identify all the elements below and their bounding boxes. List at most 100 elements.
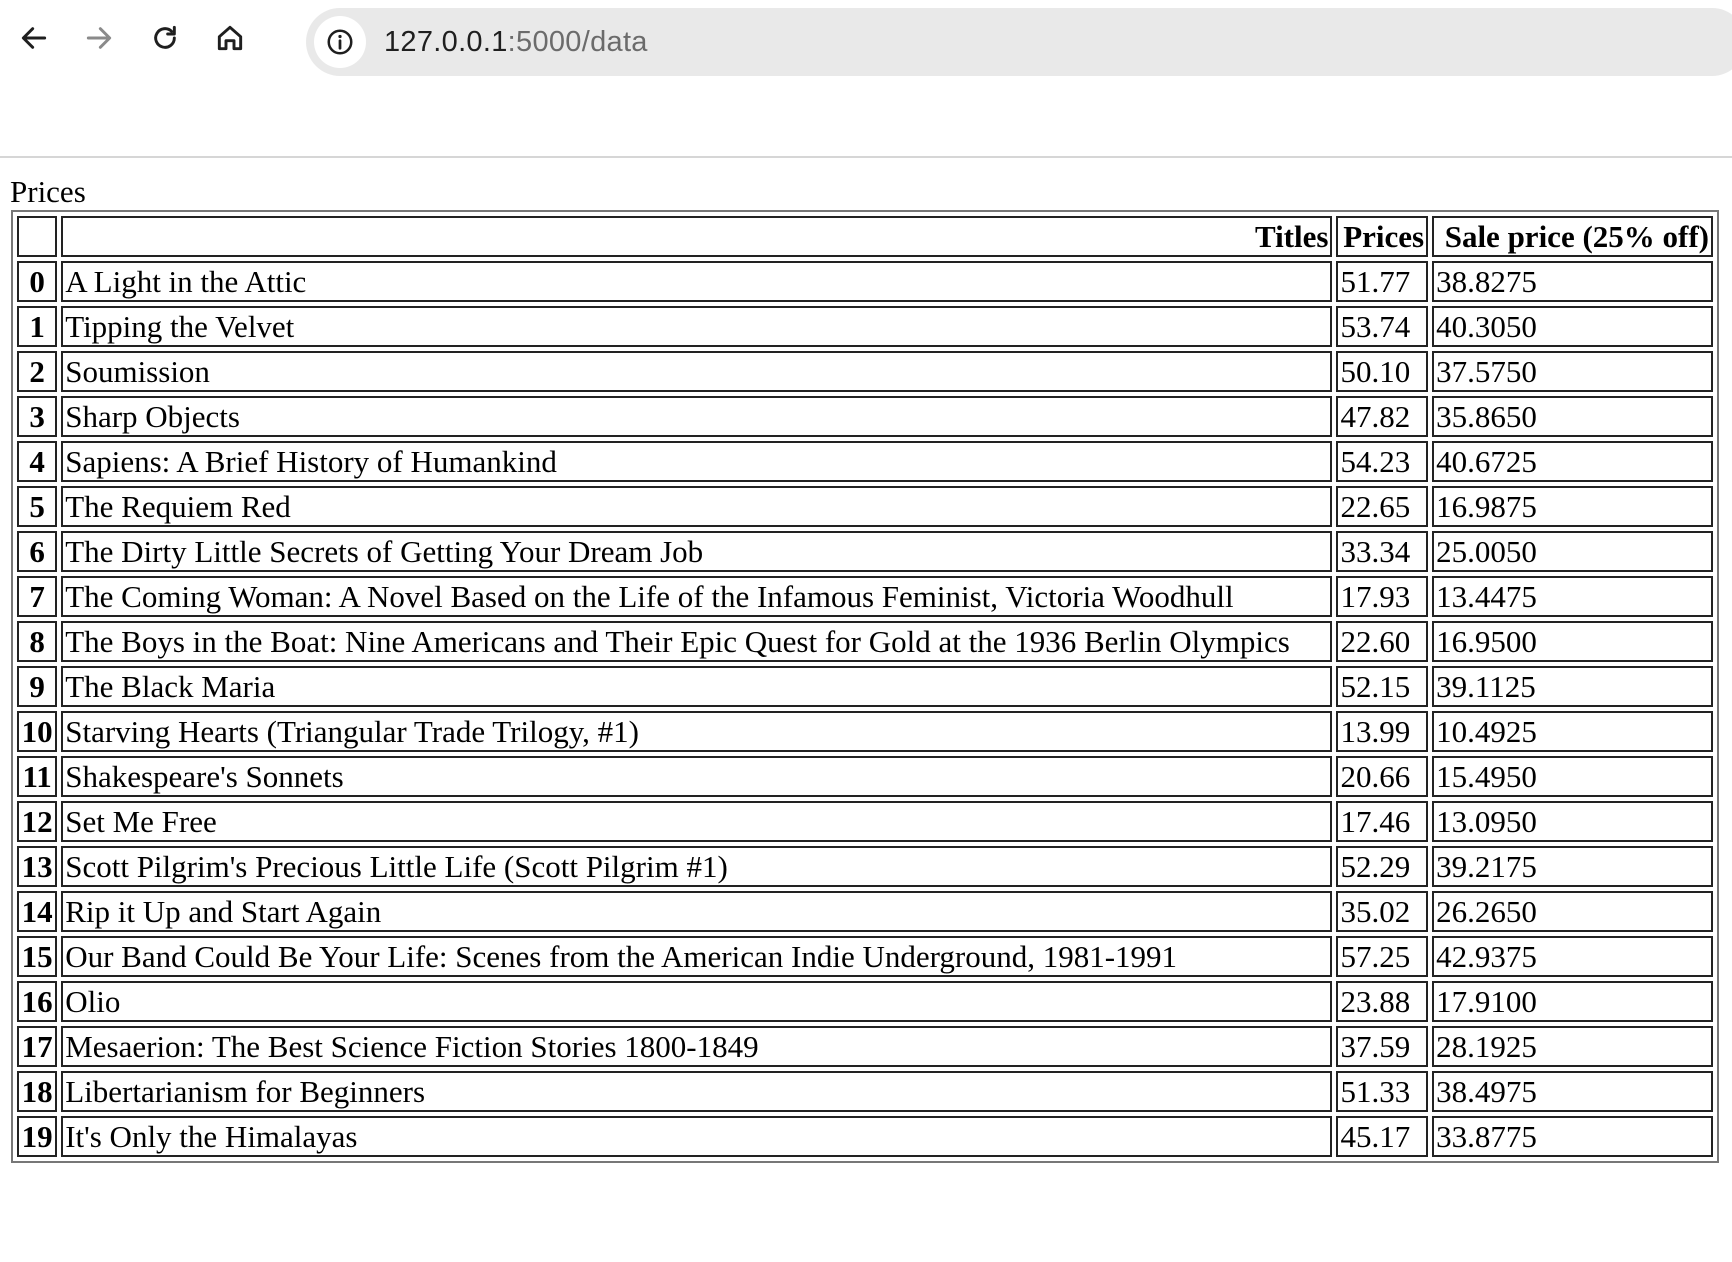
row-sale-price: 17.9100 [1432,981,1713,1022]
row-title: Mesaerion: The Best Science Fiction Stor… [61,1026,1333,1067]
row-index: 1 [17,306,58,347]
back-button[interactable] [10,14,58,62]
row-index: 13 [17,846,58,887]
table-row: 6 The Dirty Little Secrets of Getting You… [17,531,1713,572]
table-row: 0A Light in the Attic 51.77 38.8275 [17,261,1713,302]
row-sale-price: 16.9500 [1432,621,1713,662]
row-title: Shakespeare's Sonnets [61,756,1333,797]
row-price: 35.02 [1336,891,1429,932]
table-caption: Prices [10,174,86,209]
row-title: Soumission [61,351,1333,392]
row-title: Tipping the Velvet [61,306,1333,347]
prices-table: Titles Prices Sale price (25% off) 0A Li… [11,210,1719,1163]
table-row: 13 Scott Pilgrim's Precious Little Life (… [17,846,1713,887]
table-row: 19 It's Only the Himalayas 45.17 33.8775 [17,1116,1713,1157]
header-titles: Titles [61,216,1333,257]
row-index: 0 [17,261,58,302]
row-price: 53.74 [1336,306,1429,347]
table-row: 17 Mesaerion: The Best Science Fiction St… [17,1026,1713,1067]
row-title: Libertarianism for Beginners [61,1071,1333,1112]
row-sale-price: 13.4475 [1432,576,1713,617]
row-sale-price: 42.9375 [1432,936,1713,977]
url-host: 127.0.0.1 [384,25,508,58]
arrow-left-icon [21,27,47,49]
row-price: 51.33 [1336,1071,1429,1112]
row-sale-price: 35.8650 [1432,396,1713,437]
table-header-row: Titles Prices Sale price (25% off) [17,216,1713,257]
row-price: 22.65 [1336,486,1429,527]
row-price: 52.29 [1336,846,1429,887]
row-index: 7 [17,576,58,617]
row-title: The Boys in the Boat: Nine Americans and… [61,621,1333,662]
row-index: 12 [17,801,58,842]
row-index: 17 [17,1026,58,1067]
table-row: 1 Tipping the Velvet 53.74 40.3050 [17,306,1713,347]
forward-button[interactable] [75,14,123,62]
table-row: 3 Sharp Objects 47.82 35.8650 [17,396,1713,437]
table-row: 15 Our Band Could Be Your Life: Scenes fr… [17,936,1713,977]
row-sale-price: 40.3050 [1432,306,1713,347]
info-icon [327,29,353,55]
row-index: 3 [17,396,58,437]
row-price: 20.66 [1336,756,1429,797]
address-bar[interactable]: 127.0.0.1:5000/data [306,8,1732,76]
row-index: 6 [17,531,58,572]
home-button[interactable] [206,14,254,62]
table-row: 16 Olio 23.88 17.9100 [17,981,1713,1022]
row-title: Olio [61,981,1333,1022]
row-price: 22.60 [1336,621,1429,662]
row-index: 9 [17,666,58,707]
row-title: Sapiens: A Brief History of Humankind [61,441,1333,482]
browser-toolbar: 127.0.0.1:5000/data [0,0,1732,84]
reload-button[interactable] [141,14,189,62]
row-title: Starving Hearts (Triangular Trade Trilog… [61,711,1333,752]
table-row: 5 The Requiem Red 22.65 16.9875 [17,486,1713,527]
site-info-button[interactable] [314,16,366,68]
row-sale-price: 37.5750 [1432,351,1713,392]
row-index: 14 [17,891,58,932]
row-sale-price: 10.4925 [1432,711,1713,752]
row-price: 47.82 [1336,396,1429,437]
header-prices: Prices [1336,216,1429,257]
row-price: 37.59 [1336,1026,1429,1067]
row-price: 50.10 [1336,351,1429,392]
table-row: 10 Starving Hearts (Triangular Trade Tril… [17,711,1713,752]
url-path: :5000/data [507,25,648,58]
row-title: It's Only the Himalayas [61,1116,1333,1157]
row-sale-price: 25.0050 [1432,531,1713,572]
row-title: The Requiem Red [61,486,1333,527]
reload-icon [154,25,176,49]
header-sale-price: Sale price (25% off) [1432,216,1713,257]
row-sale-price: 26.2650 [1432,891,1713,932]
browser-bookmarks-area [0,84,1732,156]
url-text[interactable]: 127.0.0.1:5000/data [384,26,648,59]
home-icon [217,25,243,51]
row-price: 45.17 [1336,1116,1429,1157]
row-title: A Light in the Attic [61,261,1333,302]
row-sale-price: 33.8775 [1432,1116,1713,1157]
row-index: 11 [17,756,58,797]
row-index: 8 [17,621,58,662]
row-index: 4 [17,441,58,482]
row-index: 16 [17,981,58,1022]
table-row: 18 Libertarianism for Beginners 51.33 38.49… [17,1071,1713,1112]
row-index: 18 [17,1071,58,1112]
row-price: 23.88 [1336,981,1429,1022]
row-title: Scott Pilgrim's Precious Little Life (Sc… [61,846,1333,887]
page-content: Prices Titles Prices Sale price (25% off… [0,158,1732,1163]
row-index: 2 [17,351,58,392]
row-price: 52.15 [1336,666,1429,707]
table-body: 0A Light in the Attic 51.77 38.8275 1 Tippin… [17,261,1713,1157]
table-row: 9 The Black Maria 52.15 39.1125 [17,666,1713,707]
row-sale-price: 38.8275 [1432,261,1713,302]
row-price: 17.93 [1336,576,1429,617]
row-sale-price: 40.6725 [1432,441,1713,482]
row-sale-price: 16.9875 [1432,486,1713,527]
row-sale-price: 28.1925 [1432,1026,1713,1067]
row-title: The Coming Woman: A Novel Based on the L… [61,576,1333,617]
table-row: 7 The Coming Woman: A Novel Based on the … [17,576,1713,617]
row-sale-price: 38.4975 [1432,1071,1713,1112]
row-title: Our Band Could Be Your Life: Scenes from… [61,936,1333,977]
row-title: Rip it Up and Start Again [61,891,1333,932]
table-row: 11 Shakespeare's Sonnets 20.66 15.4950 [17,756,1713,797]
